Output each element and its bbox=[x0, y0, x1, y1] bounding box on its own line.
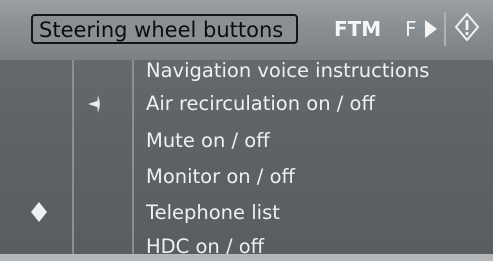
tab-steering-wheel-buttons[interactable]: Steering wheel buttons bbox=[31, 14, 298, 44]
arrow-right-icon[interactable] bbox=[425, 20, 437, 38]
diamond-marker-icon bbox=[31, 202, 47, 222]
header-divider bbox=[444, 12, 446, 46]
info-icon[interactable] bbox=[453, 12, 481, 42]
menu-item-telephone-list[interactable]: Telephone list bbox=[146, 201, 280, 224]
tab-label: Steering wheel buttons bbox=[39, 18, 284, 42]
pointer-marker-icon bbox=[88, 95, 100, 113]
menu-item-navigation-voice-instructions[interactable]: Navigation voice instructions bbox=[146, 59, 429, 82]
menu-item-mute[interactable]: Mute on / off bbox=[146, 129, 270, 152]
screen: Steering wheel buttons FTM F Navigation … bbox=[0, 0, 493, 261]
tab-f[interactable]: F bbox=[405, 17, 417, 41]
bottom-strip bbox=[0, 254, 493, 261]
gutter-divider bbox=[132, 60, 134, 261]
tab-ftm[interactable]: FTM bbox=[334, 17, 381, 41]
header-bar: Steering wheel buttons FTM F bbox=[0, 0, 493, 60]
menu-item-air-recirculation[interactable]: Air recirculation on / off bbox=[146, 92, 375, 115]
menu-item-monitor[interactable]: Monitor on / off bbox=[146, 165, 295, 188]
gutter-divider bbox=[72, 60, 74, 261]
